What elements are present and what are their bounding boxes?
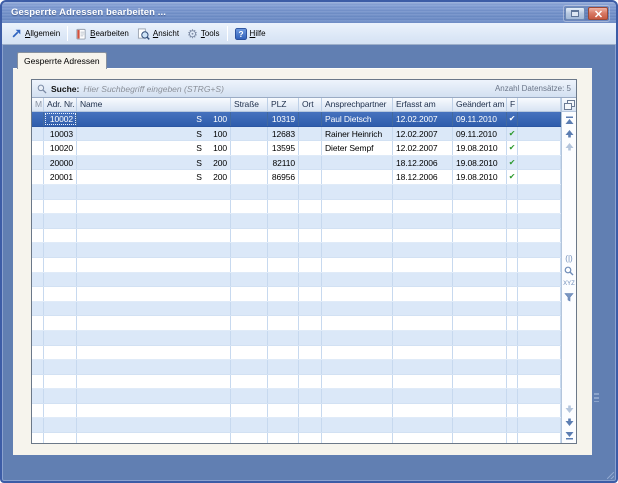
titlebar[interactable]: Gesperrte Adressen bearbeiten ... — [2, 2, 616, 23]
menu-separator — [67, 26, 68, 41]
table-row[interactable]: 10020S 10013595Dieter Sempf12.02.200719.… — [32, 141, 561, 156]
scroll-down-disabled-icon[interactable] — [564, 404, 575, 414]
scroll-up-icon[interactable] — [564, 128, 575, 138]
maximize-button[interactable] — [565, 7, 585, 20]
table-row[interactable]: 10003S 10012683Rainer Heinrich12.02.2007… — [32, 127, 561, 142]
table-rows: 10002S 10010319Paul Dietsch12.02.200709.… — [32, 112, 561, 443]
notepad-pencil-icon — [75, 28, 87, 40]
empty-row[interactable] — [32, 243, 561, 258]
tab-label: Gesperrte Adressen — [24, 56, 100, 66]
column-header-geaendert_am[interactable]: Geändert am — [453, 98, 507, 111]
column-header-adr_nr[interactable]: Adr. Nr. — [44, 98, 77, 111]
search-records-icon[interactable] — [564, 266, 575, 276]
menu-label: Hilfe — [250, 29, 266, 38]
resize-grip[interactable] — [607, 472, 614, 479]
search-label: Suche: — [51, 84, 79, 94]
empty-row[interactable] — [32, 302, 561, 317]
table-header-row: MAdr. Nr.NameStraßePLZOrtAnsprechpartner… — [32, 98, 561, 112]
empty-row[interactable] — [32, 229, 561, 244]
search-icon — [37, 84, 47, 94]
empty-row[interactable] — [32, 185, 561, 200]
column-header-strasse[interactable]: Straße — [231, 98, 268, 111]
empty-row[interactable] — [32, 389, 561, 404]
scroll-to-top-icon[interactable] — [564, 115, 575, 125]
table-row[interactable]: 20000S 2008211018.12.200619.08.2010✔ — [32, 156, 561, 171]
record-count: Anzahl Datensätze: 5 — [495, 84, 571, 93]
filter-records-icon[interactable] — [564, 292, 575, 302]
scroll-top-group — [564, 112, 575, 154]
menu-label: Bearbeiten — [90, 29, 129, 38]
empty-row[interactable] — [32, 404, 561, 419]
search-bar: Suche: Anzahl Datensätze: 5 — [32, 80, 576, 98]
empty-row[interactable] — [32, 258, 561, 273]
menu-item-allgemein[interactable]: Allgemein — [7, 24, 64, 44]
sort-records-icon[interactable]: XYZ — [564, 279, 575, 289]
menu-label: Ansicht — [153, 29, 179, 38]
column-header-filler[interactable] — [518, 98, 561, 111]
gear-icon: ⚙ — [187, 28, 198, 40]
scroll-up-disabled-icon[interactable] — [564, 141, 575, 151]
column-header-erfasst_am[interactable]: Erfasst am — [393, 98, 453, 111]
menu-item-tools[interactable]: ⚙ Tools — [183, 24, 223, 44]
close-icon — [594, 10, 603, 18]
menu-separator — [227, 26, 228, 41]
window-edge-grip[interactable] — [594, 393, 599, 402]
empty-row[interactable] — [32, 273, 561, 288]
menu-item-bearbeiten[interactable]: Bearbeiten — [71, 24, 133, 44]
content-panel: Suche: Anzahl Datensätze: 5 MAdr. Nr.Nam… — [13, 68, 592, 455]
svg-text:?: ? — [238, 28, 243, 38]
column-header-f[interactable]: F — [507, 98, 518, 111]
table-container: Suche: Anzahl Datensätze: 5 MAdr. Nr.Nam… — [31, 79, 577, 444]
menu-item-hilfe[interactable]: ? Hilfe — [231, 24, 270, 44]
empty-row[interactable] — [32, 316, 561, 331]
tab-gesperrte-adressen[interactable]: Gesperrte Adressen — [17, 52, 107, 69]
window-controls — [563, 5, 610, 22]
close-button[interactable] — [588, 7, 608, 20]
empty-row[interactable] — [32, 346, 561, 361]
goto-record-icon[interactable]: (|) — [564, 253, 575, 263]
empty-row[interactable] — [32, 287, 561, 302]
arrow-up-right-icon — [11, 28, 22, 39]
column-header-ort[interactable]: Ort — [299, 98, 322, 111]
window-body: Gesperrte Adressen Suche: Anzahl Datensä… — [2, 45, 616, 481]
data-area: MAdr. Nr.NameStraßePLZOrtAnsprechpartner… — [32, 98, 561, 443]
app-window: Gesperrte Adressen bearbeiten ... Allgem… — [0, 0, 618, 483]
menu-label: Allgemein — [25, 29, 60, 38]
column-header-name[interactable]: Name — [77, 98, 231, 111]
empty-row[interactable] — [32, 418, 561, 433]
copy-icon — [564, 100, 575, 110]
question-mark-icon: ? — [235, 28, 247, 40]
magnifier-document-icon — [137, 28, 150, 40]
window-title: Gesperrte Adressen bearbeiten ... — [2, 7, 166, 18]
column-chooser-button[interactable] — [562, 98, 576, 112]
empty-row[interactable] — [32, 433, 561, 443]
grid-tools-group: (|) XYZ — [564, 250, 575, 305]
table-row[interactable]: 20001S 2008695618.12.200619.08.2010✔ — [32, 170, 561, 185]
column-header-plz[interactable]: PLZ — [268, 98, 299, 111]
empty-row[interactable] — [32, 331, 561, 346]
search-input[interactable] — [83, 84, 495, 94]
empty-row[interactable] — [32, 375, 561, 390]
empty-row[interactable] — [32, 200, 561, 215]
maximize-icon — [571, 10, 579, 17]
grid-main: MAdr. Nr.NameStraßePLZOrtAnsprechpartner… — [32, 98, 576, 443]
scroll-down-icon[interactable] — [564, 417, 575, 427]
column-header-m[interactable]: M — [32, 98, 44, 111]
empty-row[interactable] — [32, 360, 561, 375]
menu-item-ansicht[interactable]: Ansicht — [133, 24, 183, 44]
menu-label: Tools — [201, 29, 220, 38]
column-header-ansprechpartner[interactable]: Ansprechpartner — [322, 98, 393, 111]
scroll-bottom-group — [564, 401, 575, 443]
empty-row[interactable] — [32, 214, 561, 229]
scroll-to-bottom-icon[interactable] — [564, 430, 575, 440]
table-row[interactable]: 10002S 10010319Paul Dietsch12.02.200709.… — [32, 112, 561, 127]
scroll-strip: (|) XYZ — [561, 98, 576, 443]
menubar: Allgemein Bearbeiten Ansicht ⚙ Tools ? H… — [2, 23, 616, 45]
